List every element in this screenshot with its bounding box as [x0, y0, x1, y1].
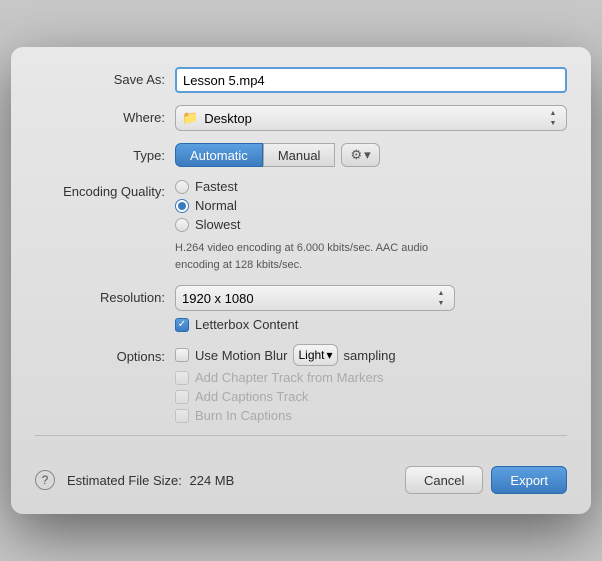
add-captions-row: Add Captions Track [175, 389, 567, 404]
bottom-left: ? Estimated File Size: 224 MB [35, 470, 234, 490]
radio-slowest[interactable]: Slowest [175, 217, 567, 232]
motion-blur-label: Use Motion Blur [195, 348, 287, 363]
file-size-text: Estimated File Size: 224 MB [67, 473, 234, 488]
resolution-down-btn[interactable]: ▼ [434, 298, 448, 308]
radio-fastest-label: Fastest [195, 179, 238, 194]
bottom-row: ? Estimated File Size: 224 MB Cancel Exp… [35, 454, 567, 494]
file-size-label: Estimated File Size: [67, 473, 182, 488]
where-label: Where: [35, 105, 175, 125]
burn-captions-checkbox [175, 409, 189, 423]
where-control: 📁 Desktop ▲ ▼ [175, 105, 567, 131]
save-as-input[interactable] [175, 67, 567, 93]
add-captions-checkbox [175, 390, 189, 404]
radio-normal[interactable]: Normal [175, 198, 567, 213]
resolution-control: 1920 x 1080 ▲ ▼ ✓ Letterbox Content [175, 285, 567, 332]
save-as-label: Save As: [35, 67, 175, 87]
cancel-button[interactable]: Cancel [405, 466, 483, 494]
motion-blur-checkbox[interactable] [175, 348, 189, 362]
add-captions-label: Add Captions Track [195, 389, 308, 404]
manual-button[interactable]: Manual [263, 143, 336, 167]
letterbox-row: ✓ Letterbox Content [175, 317, 567, 332]
motion-blur-select[interactable]: Light ▾ [293, 344, 337, 366]
resolution-value: 1920 x 1080 [182, 291, 430, 306]
options-inline: Use Motion Blur Light ▾ sampling [175, 344, 567, 366]
radio-slowest-circle[interactable] [175, 218, 189, 232]
burn-captions-row: Burn In Captions [175, 408, 567, 423]
sampling-label: sampling [344, 348, 396, 363]
radio-slowest-label: Slowest [195, 217, 241, 232]
save-as-row: Save As: [35, 67, 567, 93]
divider [35, 435, 567, 436]
where-up-btn[interactable]: ▲ [546, 108, 560, 118]
add-chapter-checkbox [175, 371, 189, 385]
resolution-dropdown[interactable]: 1920 x 1080 ▲ ▼ [175, 285, 455, 311]
radio-normal-dot [178, 202, 186, 210]
type-label: Type: [35, 143, 175, 163]
encoding-quality-label: Encoding Quality: [35, 179, 175, 199]
type-control: Automatic Manual ⚙ ▾ [175, 143, 567, 167]
where-value: Desktop [204, 111, 542, 126]
help-button[interactable]: ? [35, 470, 55, 490]
motion-blur-chevron: ▾ [327, 348, 333, 362]
encoding-quality-group: Fastest Normal Slowest [175, 179, 567, 232]
options-label: Options: [35, 344, 175, 364]
resolution-row: Resolution: 1920 x 1080 ▲ ▼ ✓ Letterbox … [35, 285, 567, 332]
letterbox-label: Letterbox Content [195, 317, 298, 332]
radio-fastest[interactable]: Fastest [175, 179, 567, 194]
save-as-control [175, 67, 567, 93]
gear-button[interactable]: ⚙ ▾ [341, 143, 379, 167]
add-chapter-label: Add Chapter Track from Markers [195, 370, 384, 385]
radio-normal-label: Normal [195, 198, 237, 213]
gear-chevron-icon: ▾ [364, 147, 371, 163]
export-dialog: Save As: Where: 📁 Desktop ▲ ▼ Type: Auto… [11, 47, 591, 514]
resolution-stepper[interactable]: ▲ ▼ [434, 288, 448, 308]
letterbox-checkbox[interactable]: ✓ [175, 318, 189, 332]
burn-captions-label: Burn In Captions [195, 408, 292, 423]
encoding-info: H.264 video encoding at 6.000 kbits/sec.… [175, 240, 475, 273]
where-down-btn[interactable]: ▼ [546, 118, 560, 128]
buttons-right: Cancel Export [405, 466, 567, 494]
encoding-quality-control: Fastest Normal Slowest H.264 video encod… [175, 179, 567, 273]
encoding-quality-row: Encoding Quality: Fastest Normal Slowest [35, 179, 567, 273]
file-size-value: 224 MB [190, 473, 235, 488]
motion-blur-value: Light [298, 348, 324, 362]
where-dropdown[interactable]: 📁 Desktop ▲ ▼ [175, 105, 567, 131]
gear-icon: ⚙ [350, 147, 362, 163]
where-stepper[interactable]: ▲ ▼ [546, 108, 560, 128]
resolution-label: Resolution: [35, 285, 175, 305]
type-row: Type: Automatic Manual ⚙ ▾ [35, 143, 567, 167]
radio-normal-circle[interactable] [175, 199, 189, 213]
export-button[interactable]: Export [491, 466, 567, 494]
where-row: Where: 📁 Desktop ▲ ▼ [35, 105, 567, 131]
folder-icon: 📁 [182, 110, 198, 126]
automatic-button[interactable]: Automatic [175, 143, 263, 167]
options-control: Use Motion Blur Light ▾ sampling Add Cha… [175, 344, 567, 423]
resolution-up-btn[interactable]: ▲ [434, 288, 448, 298]
add-chapter-row: Add Chapter Track from Markers [175, 370, 567, 385]
options-row: Options: Use Motion Blur Light ▾ samplin… [35, 344, 567, 423]
radio-fastest-circle[interactable] [175, 180, 189, 194]
